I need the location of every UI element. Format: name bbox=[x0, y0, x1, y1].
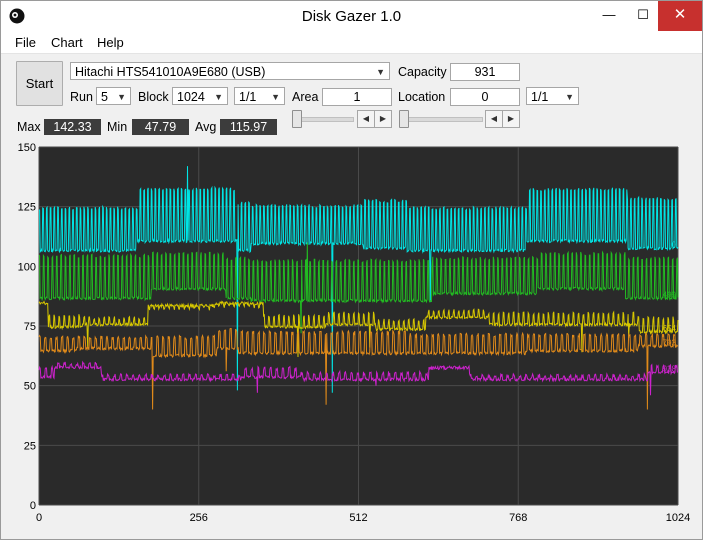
block-select-value: 1024 bbox=[177, 90, 205, 104]
location-label: Location bbox=[398, 90, 446, 104]
start-button[interactable]: Start bbox=[16, 61, 63, 106]
y-tick-label: 75 bbox=[24, 321, 36, 333]
area-right-arrow-icon[interactable]: ▶ bbox=[374, 110, 392, 128]
close-button[interactable]: ✕ bbox=[658, 1, 702, 31]
capacity-field[interactable]: 931 bbox=[450, 63, 520, 81]
max-label: Max bbox=[17, 120, 41, 134]
area-slider-thumb[interactable] bbox=[292, 110, 302, 128]
avg-label: Avg bbox=[195, 120, 217, 134]
capacity-label: Capacity bbox=[398, 65, 447, 79]
chevron-down-icon: ▼ bbox=[565, 92, 574, 102]
x-tick-label: 0 bbox=[36, 512, 42, 524]
block-select[interactable]: 1024 ▼ bbox=[172, 87, 228, 105]
menu-bar: File Chart Help bbox=[1, 31, 702, 54]
maximize-button[interactable]: ☐ bbox=[626, 1, 660, 31]
chevron-down-icon: ▼ bbox=[271, 92, 280, 102]
y-tick-label: 50 bbox=[24, 381, 36, 393]
block-label: Block bbox=[138, 90, 169, 104]
location-right-arrow-icon[interactable]: ▶ bbox=[502, 110, 520, 128]
x-tick-label: 512 bbox=[349, 512, 367, 524]
area-field[interactable]: 1 bbox=[322, 88, 392, 106]
app-window: Disk Gazer 1.0 — ☐ ✕ File Chart Help Sta… bbox=[0, 0, 703, 540]
chevron-down-icon: ▼ bbox=[214, 92, 223, 102]
title-bar[interactable]: Disk Gazer 1.0 — ☐ ✕ bbox=[1, 1, 702, 31]
series-label: 499 bbox=[663, 291, 677, 300]
y-tick-label: 25 bbox=[24, 440, 36, 452]
y-tick-label: 100 bbox=[18, 261, 36, 273]
device-select[interactable]: Hitachi HTS541010A9E680 (USB) ▼ bbox=[70, 62, 390, 80]
max-value: 142.33 bbox=[44, 119, 101, 135]
block-fraction-value: 1/1 bbox=[239, 90, 257, 104]
area-left-arrow-icon[interactable]: ◀ bbox=[357, 110, 375, 128]
block-fraction-select[interactable]: 1/1 ▼ bbox=[234, 87, 285, 105]
avg-value: 115.97 bbox=[220, 119, 277, 135]
location-left-arrow-icon[interactable]: ◀ bbox=[485, 110, 503, 128]
x-tick-label: 768 bbox=[509, 512, 527, 524]
device-select-value: Hitachi HTS541010A9E680 (USB) bbox=[75, 65, 266, 79]
location-field[interactable]: 0 bbox=[450, 88, 520, 106]
run-select[interactable]: 5 ▼ bbox=[96, 87, 131, 105]
y-tick-label: 125 bbox=[18, 202, 36, 214]
x-tick-label: 1024 bbox=[666, 512, 690, 524]
menu-chart[interactable]: Chart bbox=[51, 35, 83, 50]
y-tick-label: 0 bbox=[30, 500, 36, 512]
chevron-down-icon: ▼ bbox=[117, 92, 126, 102]
location-slider-track[interactable] bbox=[399, 117, 483, 122]
run-label: Run bbox=[70, 90, 93, 104]
min-label: Min bbox=[107, 120, 128, 134]
series-label: 938 bbox=[663, 365, 677, 374]
run-select-value: 5 bbox=[101, 90, 108, 104]
chevron-down-icon: ▼ bbox=[376, 67, 385, 77]
y-tick-label: 150 bbox=[18, 142, 36, 154]
series-label: 654 bbox=[663, 324, 677, 333]
series-label: 793 bbox=[663, 338, 677, 347]
transfer-rate-chart: 0 25 50 75 100 125 150 0 256 512 768 1024 0 499 654 793… bbox=[18, 142, 691, 524]
location-fraction-select[interactable]: 1/1 ▼ bbox=[526, 87, 579, 105]
location-fraction-value: 1/1 bbox=[531, 90, 549, 104]
area-label: Area bbox=[292, 90, 319, 104]
menu-help[interactable]: Help bbox=[97, 35, 124, 50]
location-slider-thumb[interactable] bbox=[399, 110, 409, 128]
x-tick-label: 256 bbox=[190, 512, 208, 524]
minimize-button[interactable]: — bbox=[592, 1, 626, 31]
series-label: 0 bbox=[672, 241, 677, 250]
min-value: 47.79 bbox=[132, 119, 189, 135]
menu-file[interactable]: File bbox=[15, 35, 36, 50]
